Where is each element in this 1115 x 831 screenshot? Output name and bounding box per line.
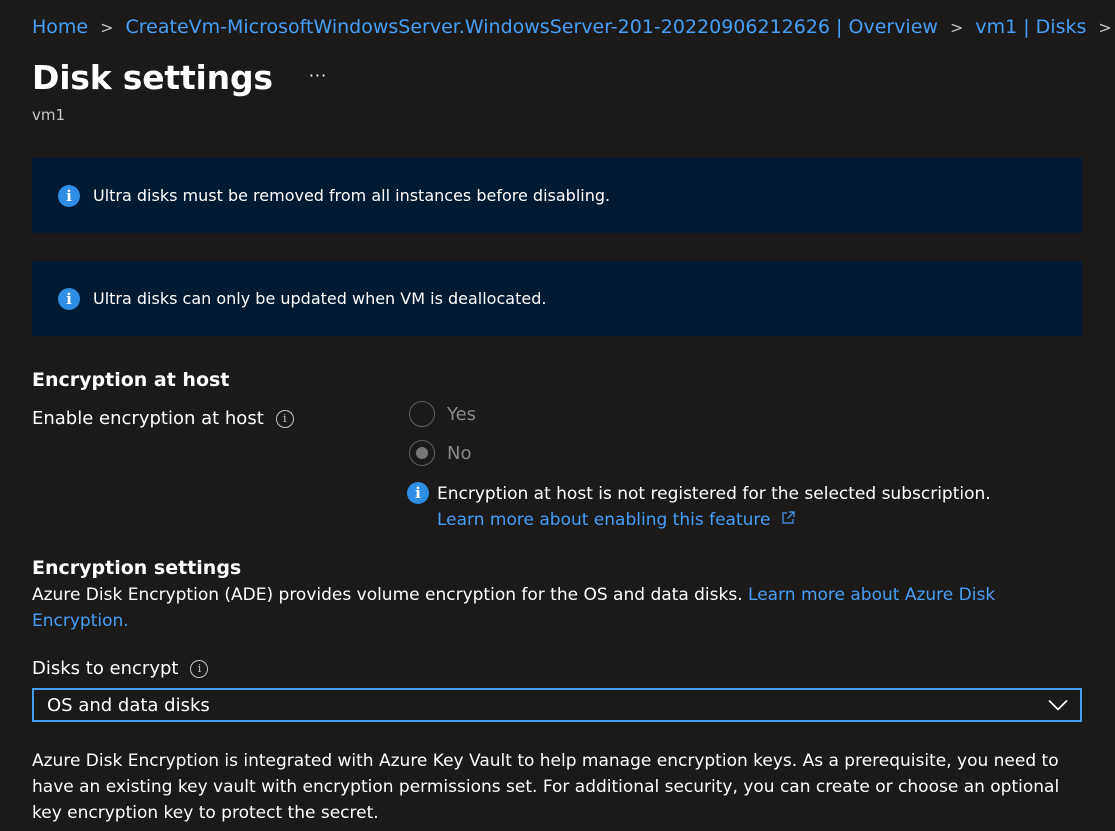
info-icon: i	[58, 287, 80, 310]
breadcrumb-deployment[interactable]: CreateVm-MicrosoftWindowsServer.WindowsS…	[126, 16, 938, 38]
registration-note-text: Encryption at host is not registered for…	[437, 481, 991, 535]
info-outline-icon[interactable]: i	[190, 659, 209, 678]
info-banner-ultra-disks-deallocated: i Ultra disks can only be updated when V…	[32, 261, 1082, 336]
radio-label: No	[447, 442, 472, 464]
disks-to-encrypt-dropdown[interactable]: OS and data disks	[32, 688, 1082, 722]
radio-dot	[416, 447, 428, 459]
learn-more-encryption-host-link[interactable]: Learn more about enabling this feature	[437, 507, 991, 535]
breadcrumb-home[interactable]: Home	[32, 16, 88, 38]
title-row: Disk settings ···	[32, 58, 327, 97]
radio-circle	[409, 401, 435, 427]
chevron-right-icon: >	[1098, 17, 1112, 37]
encryption-registration-note: i Encryption at host is not registered f…	[407, 481, 991, 535]
encryption-at-host-yes-radio[interactable]: Yes	[409, 401, 476, 427]
external-link-icon	[776, 511, 795, 529]
encryption-at-host-heading: Encryption at host	[32, 369, 230, 391]
page-title: Disk settings	[32, 58, 273, 97]
chevron-right-icon: >	[100, 17, 114, 37]
dropdown-selected-value: OS and data disks	[47, 694, 210, 716]
key-vault-description: Azure Disk Encryption is integrated with…	[32, 751, 1060, 823]
banner-text: Ultra disks can only be updated when VM …	[93, 289, 547, 308]
more-options-button[interactable]: ···	[309, 66, 327, 85]
chevron-down-icon	[1048, 699, 1068, 711]
disks-to-encrypt-label: Disks to encrypt i	[32, 658, 209, 679]
info-icon: i	[58, 184, 80, 207]
info-icon: i	[407, 482, 429, 504]
ade-description: Azure Disk Encryption (ADE) provides vol…	[32, 582, 1032, 634]
banner-text: Ultra disks must be removed from all ins…	[93, 186, 611, 205]
ade-description-text: Azure Disk Encryption (ADE) provides vol…	[32, 585, 749, 605]
info-banner-ultra-disks-remove: i Ultra disks must be removed from all i…	[32, 158, 1082, 233]
radio-label: Yes	[447, 403, 477, 425]
enable-encryption-at-host-label: Enable encryption at host i	[32, 408, 294, 429]
breadcrumb: Home > CreateVm-MicrosoftWindowsServer.W…	[32, 16, 1115, 38]
field-label-text: Enable encryption at host	[32, 408, 264, 429]
chevron-right-icon: >	[949, 17, 964, 37]
link-text: Learn more about enabling this feature	[437, 510, 771, 530]
radio-circle-selected	[409, 440, 435, 466]
encryption-at-host-no-radio[interactable]: No	[409, 440, 471, 466]
encryption-settings-heading: Encryption settings	[32, 557, 242, 579]
registration-note-message: Encryption at host is not registered for…	[437, 484, 991, 504]
info-outline-icon[interactable]: i	[275, 409, 294, 428]
field-label-text: Disks to encrypt	[32, 658, 179, 679]
breadcrumb-vm-disks[interactable]: vm1 | Disks	[975, 16, 1086, 38]
disk-settings-page: Home > CreateVm-MicrosoftWindowsServer.W…	[0, 0, 1115, 831]
page-subtitle: vm1	[32, 106, 66, 124]
